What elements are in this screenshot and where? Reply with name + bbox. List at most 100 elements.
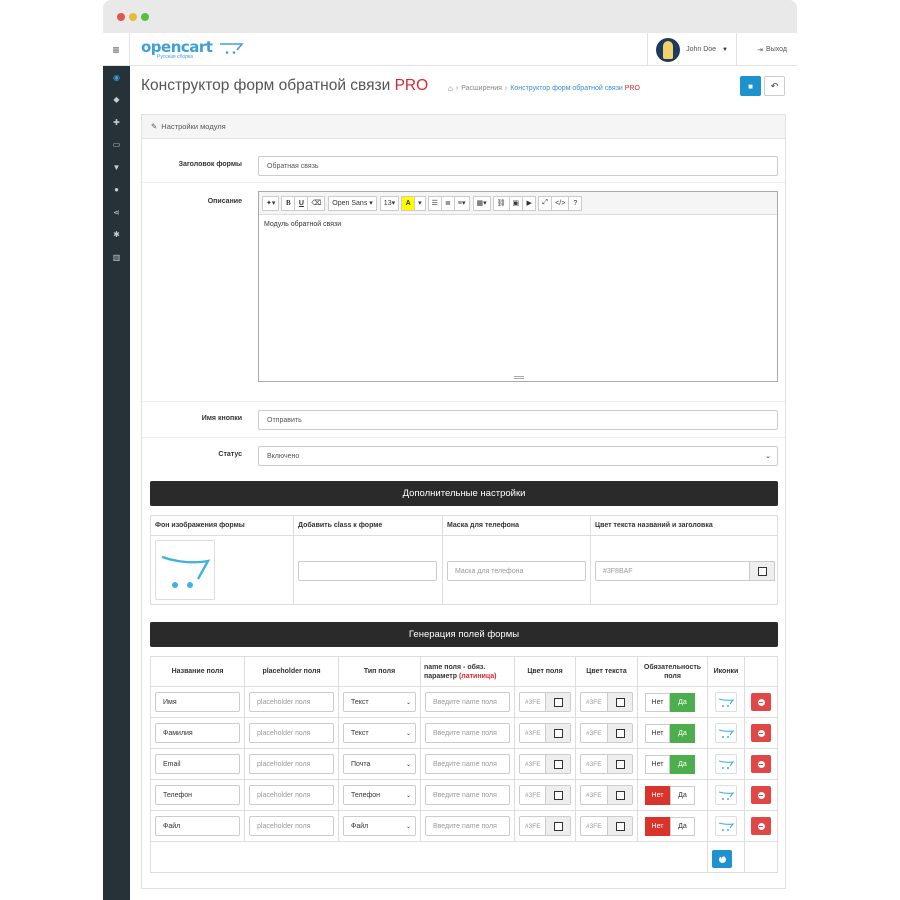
field-type-select[interactable]: Текст ⌄ [343,723,416,743]
required-no-button[interactable]: Нет [645,693,670,712]
field-name-input[interactable]: Фамилия [155,723,240,743]
bold-button[interactable]: B [281,195,296,211]
eraser-icon[interactable]: ⌫ [307,195,326,211]
delete-field-button[interactable] [751,724,771,742]
align-icon[interactable]: ≡▾ [453,195,470,211]
mask-input[interactable]: Маска для телефона [447,561,586,581]
unordered-list-icon[interactable]: ☰ [427,195,442,211]
bar-chart-icon[interactable]: ▥ [103,246,130,269]
user-icon[interactable]: ● [103,179,130,202]
user-menu[interactable]: John Doe ▼ [647,33,737,66]
param-name-input[interactable]: Введите name поля [425,816,510,836]
breadcrumb-active[interactable]: Конструктор форм обратной связи PRO [510,85,640,92]
placeholder-input[interactable]: placeholder поля [249,692,334,712]
field-type-select[interactable]: Файл ⌄ [343,816,416,836]
save-button[interactable]: ■ [740,76,761,96]
param-name-input[interactable]: Введите name поля [425,785,510,805]
color-picker-toggle[interactable] [545,693,570,711]
text-color-input[interactable]: #3FE [580,816,633,836]
placeholder-input[interactable]: placeholder поля [249,816,334,836]
logout-link[interactable]: ⇥ Выход [757,33,787,66]
delete-field-button[interactable] [751,693,771,711]
menu-toggle-icon[interactable]: ≡ [103,33,130,66]
color-dropdown-icon[interactable]: ▾ [414,195,426,211]
color-picker-toggle[interactable] [749,561,775,581]
param-name-input[interactable]: Введите name поля [425,723,510,743]
delete-field-button[interactable] [751,755,771,773]
text-color-input[interactable]: #3F8BAF [595,561,751,581]
class-input[interactable] [298,561,437,581]
picture-icon[interactable]: ▣ [508,195,524,211]
opencart-logo[interactable]: opencart Русская сборка [141,40,244,62]
required-yes-button[interactable]: Да [670,693,695,712]
field-color-input[interactable]: #3FE [519,723,571,743]
required-yes-button[interactable]: Да [670,786,695,805]
field-icon-picker[interactable] [715,754,737,774]
color-picker-toggle[interactable] [545,786,570,804]
bg-image-thumbnail[interactable] [155,540,215,600]
description-editor[interactable]: ✦▾ B U ⌫ Open Sans ▾ 13 ▾ A ▾ ☰ ≣ ≡▾ ▦▾ … [258,191,778,382]
required-no-button[interactable]: Нет [645,724,670,743]
help-button[interactable]: ? [568,195,583,211]
table-icon[interactable]: ▦▾ [472,195,491,211]
color-picker-toggle[interactable] [545,817,570,835]
color-picker-toggle[interactable] [607,786,632,804]
maximize-window-dot[interactable] [141,13,149,21]
field-color-input[interactable]: #3FE [519,816,571,836]
field-icon-picker[interactable] [715,723,737,743]
status-select[interactable]: Включено ⌄ [258,446,778,466]
placeholder-input[interactable]: placeholder поля [249,785,334,805]
field-type-select[interactable]: Телефон ⌄ [343,785,416,805]
text-color-button[interactable]: A [401,195,416,211]
required-yes-button[interactable]: Да [670,724,695,743]
close-window-dot[interactable] [117,13,125,21]
field-type-select[interactable]: Почта ⌄ [343,754,416,774]
video-icon[interactable]: ▶ [522,195,537,211]
field-type-select[interactable]: Текст ⌄ [343,692,416,712]
field-icon-picker[interactable] [715,785,737,805]
dashboard-icon[interactable]: ◉ [103,66,130,89]
required-yes-button[interactable]: Да [670,755,695,774]
cog-icon[interactable]: ✱ [103,224,130,247]
required-no-button[interactable]: Нет [645,817,670,836]
heading-input[interactable]: Обратная связь [258,156,778,176]
field-name-input[interactable]: Телефон [155,785,240,805]
field-name-input[interactable]: Файл [155,816,240,836]
tag-icon[interactable]: ◆ [103,89,130,112]
required-yes-button[interactable]: Да [670,817,695,836]
minimize-window-dot[interactable] [129,13,137,21]
back-button[interactable]: ↶ [764,76,785,96]
color-picker-toggle[interactable] [607,693,632,711]
param-name-input[interactable]: Введите name поля [425,754,510,774]
share-icon[interactable]: ⋖ [103,201,130,224]
color-picker-toggle[interactable] [607,817,632,835]
field-icon-picker[interactable] [715,692,737,712]
underline-button[interactable]: U [294,195,309,211]
link-icon[interactable]: ⛓ [492,195,510,211]
param-name-input[interactable]: Введите name поля [425,692,510,712]
code-view-icon[interactable]: </> [551,195,570,211]
font-family-select[interactable]: Open Sans ▾ [328,195,377,211]
puzzle-icon[interactable]: ✚ [103,111,130,134]
text-color-input[interactable]: #3FE [580,723,633,743]
required-no-button[interactable]: Нет [645,786,670,805]
breadcrumb-extensions[interactable]: Расширения [461,85,502,92]
editor-body[interactable]: Модуль обратной связи [259,215,777,234]
text-color-input[interactable]: #3FE [580,754,633,774]
text-color-input[interactable]: #3FE [580,785,633,805]
home-icon[interactable]: ⌂ [448,84,453,93]
monitor-icon[interactable]: ▭ [103,134,130,157]
required-no-button[interactable]: Нет [645,755,670,774]
field-name-input[interactable]: Email [155,754,240,774]
editor-resize-handle[interactable] [514,376,524,379]
delete-field-button[interactable] [751,786,771,804]
font-size-select[interactable]: 13 ▾ [379,195,400,211]
field-color-input[interactable]: #3FE [519,754,571,774]
color-picker-toggle[interactable] [607,724,632,742]
add-field-button[interactable] [712,850,732,868]
field-icon-picker[interactable] [715,816,737,836]
color-picker-toggle[interactable] [607,755,632,773]
text-color-input[interactable]: #3FE [580,692,633,712]
magic-wand-icon[interactable]: ✦▾ [262,195,280,211]
delete-field-button[interactable] [751,817,771,835]
